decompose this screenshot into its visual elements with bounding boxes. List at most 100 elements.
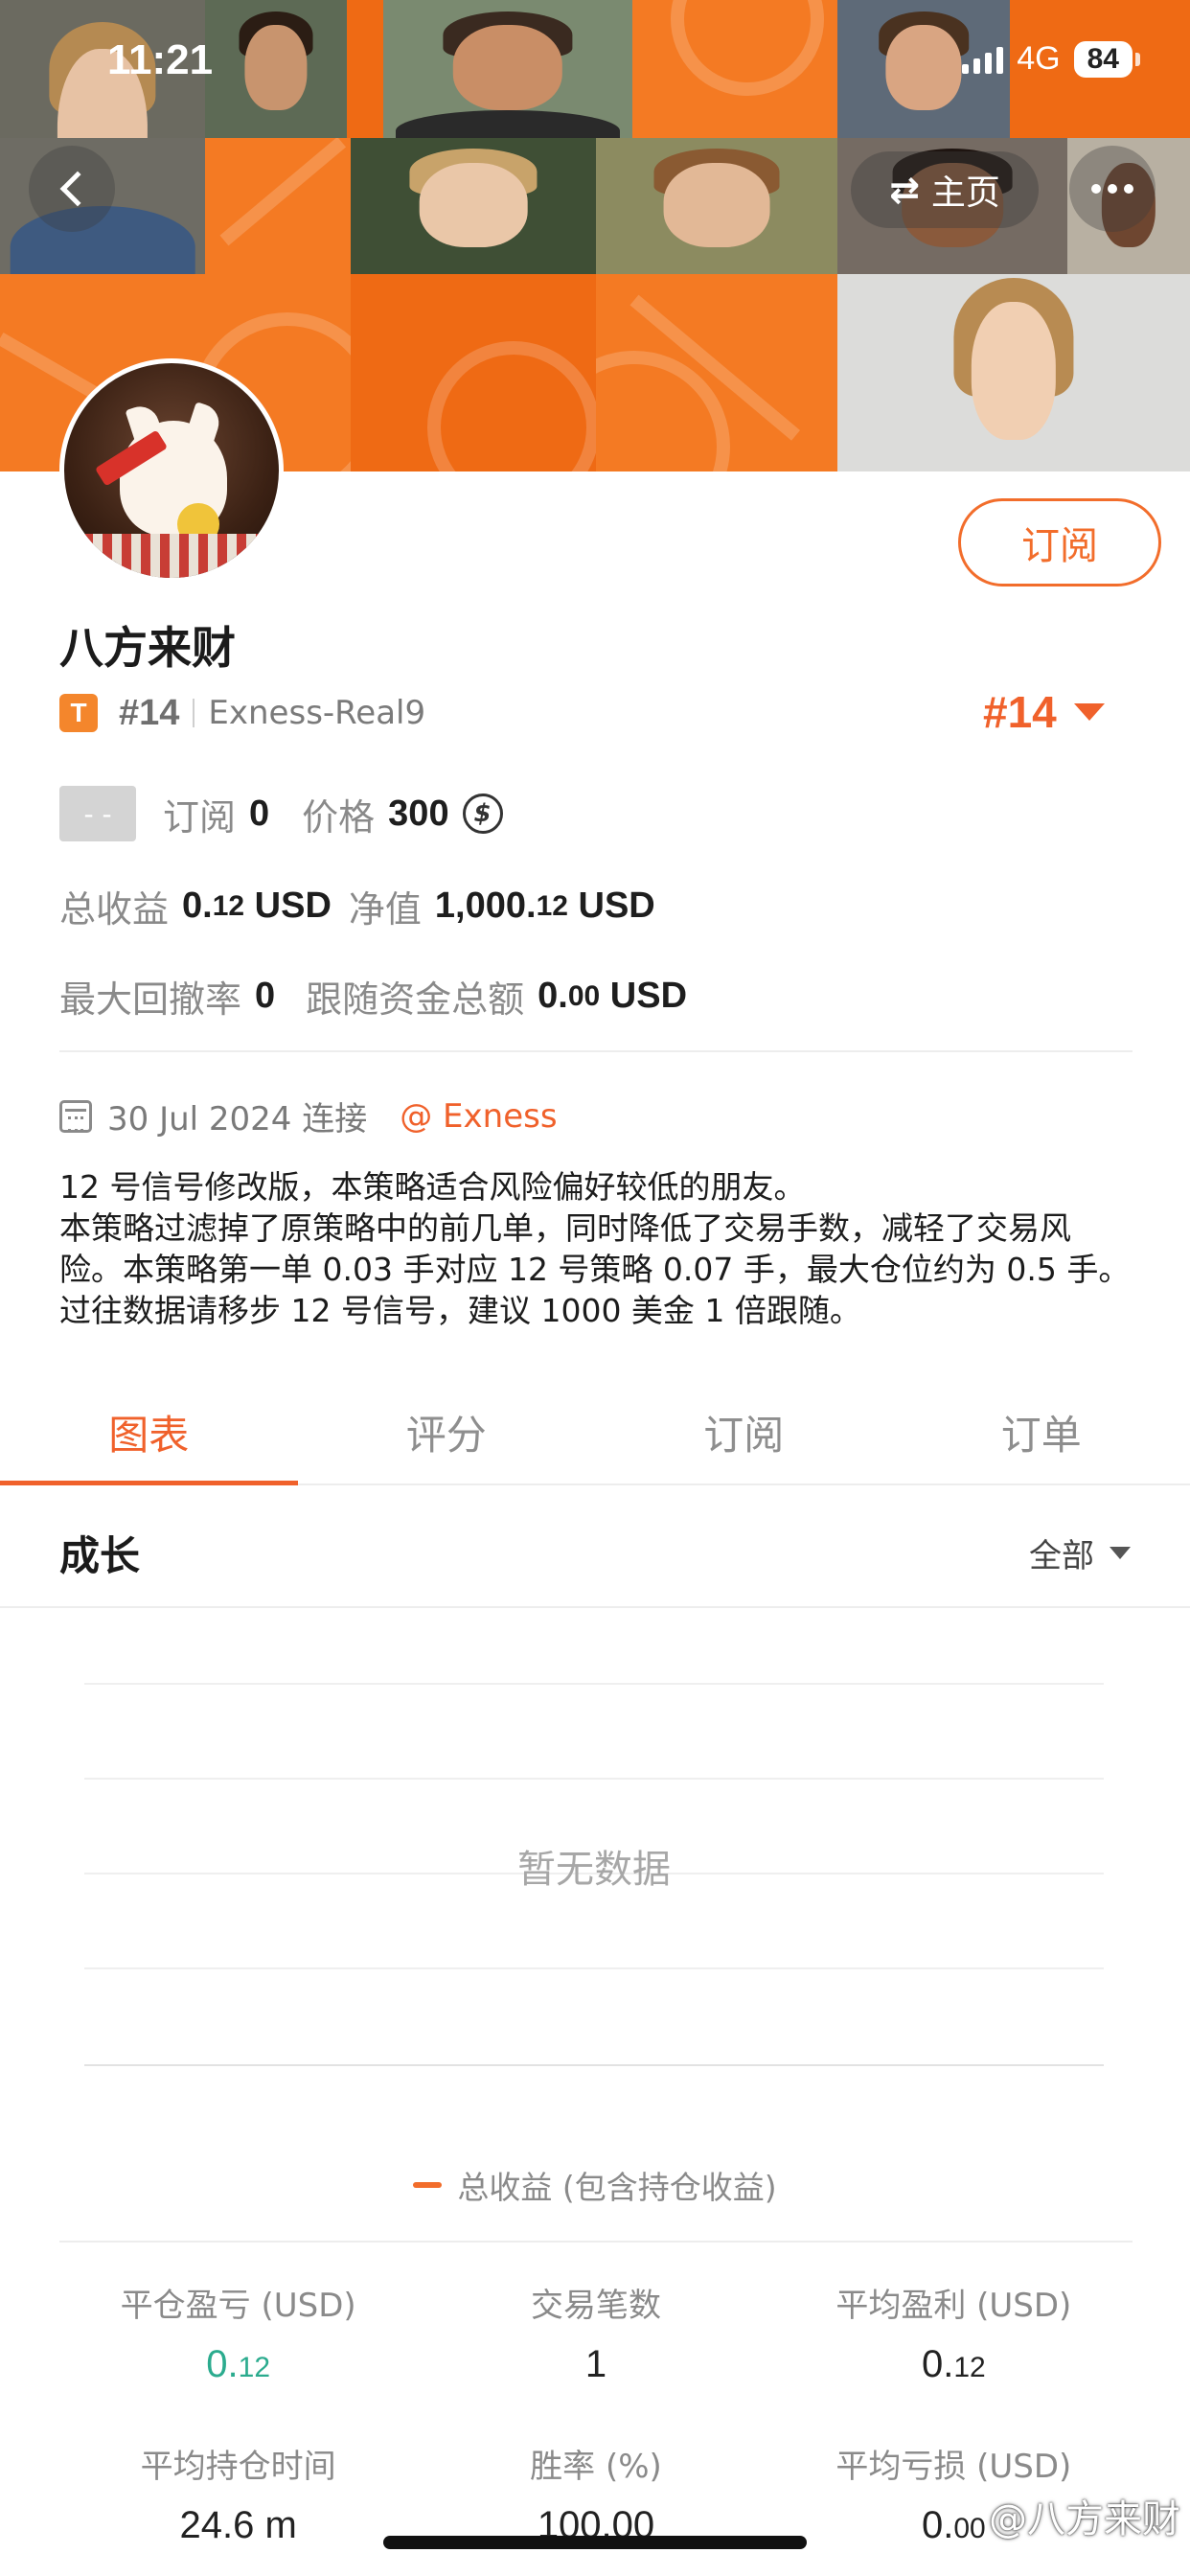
max-drawdown-label: 最大回撤率 — [59, 978, 242, 1021]
stat-label: 平均盈利 (USD) — [835, 2287, 1072, 2325]
divider — [59, 1050, 1133, 1052]
total-income-unit: USD — [244, 886, 332, 926]
dropdown-triangle-icon — [1110, 1547, 1131, 1559]
swap-icon: ⇄ — [889, 169, 920, 211]
description-line: 过往数据请移步 12 号信号，建议 1000 美金 1 倍跟随。 — [59, 1291, 861, 1329]
no-data-label: 暂无数据 — [517, 1848, 671, 1892]
price-value: 300 — [388, 793, 449, 834]
watermark: @八方来财 — [989, 2497, 1180, 2542]
range-filter[interactable]: 全部 — [1029, 1530, 1131, 1576]
banner-photo — [596, 138, 837, 274]
legend-swatch — [413, 2182, 443, 2188]
signal-icon — [962, 45, 1004, 74]
connect-date: 30 Jul 2024 连接 — [107, 1100, 368, 1138]
status-indicators: 4G 84 — [962, 40, 1141, 78]
section-title: 成长 — [59, 1532, 141, 1579]
stats-grid: 平仓盈亏 (USD) 0.12 交易笔数 1 平均盈利 (USD) 0.12 平… — [59, 2241, 1133, 2547]
stat-value: 1 — [584, 2343, 607, 2385]
rank-value: #14 — [983, 687, 1057, 737]
follow-funds-dec: 00 — [567, 979, 601, 1012]
total-income-label: 总收益 — [59, 888, 170, 931]
more-button[interactable] — [1069, 146, 1156, 232]
stat-item: 胜率 (%) 100.00 — [417, 2440, 774, 2547]
subscribe-count: 0 — [249, 793, 270, 834]
stat-label: 平仓盈亏 (USD) — [120, 2287, 356, 2325]
trader-badge: T — [59, 694, 98, 732]
home-indicator[interactable] — [383, 2536, 807, 2549]
subscribe-count-label: 订阅 — [163, 795, 237, 839]
gridline — [84, 1778, 1104, 1780]
account-meta: T #14 Exness-Real9 — [59, 692, 425, 734]
total-income-int: 0. — [182, 886, 213, 926]
follow-funds-int: 0. — [538, 976, 568, 1016]
filter-label: 全部 — [1029, 1537, 1094, 1576]
income-row: 总收益 0. 12 USD 净值 1,000. 12 USD — [59, 880, 655, 932]
stat-label: 胜率 (%) — [530, 2448, 662, 2486]
equity-int: 1,000. — [434, 886, 537, 926]
stat-item: 平均持仓时间 24.6 m — [59, 2440, 417, 2547]
rank-label: #14 — [119, 692, 180, 733]
chart-axis — [84, 2064, 1104, 2066]
banner-photo — [837, 274, 1190, 472]
connect-row: 30 Jul 2024 连接 @ Exness — [59, 1092, 558, 1139]
home-button[interactable]: ⇄ 主页 — [851, 151, 1039, 228]
tab-rating[interactable]: 评分 — [298, 1380, 596, 1484]
dropdown-triangle-icon — [1073, 703, 1105, 721]
description-line: 本策略过滤掉了原策略中的前几单，同时降低了交易手数，减轻了交易风险。本策略第一单… — [59, 1208, 1131, 1288]
broker-link[interactable]: @ Exness — [400, 1097, 557, 1136]
gridline — [84, 1967, 1104, 1969]
stat-value: 24.6 m — [179, 2504, 297, 2546]
stat-item: 交易笔数 1 — [417, 2279, 774, 2386]
stat-item: 平仓盈亏 (USD) 0.12 — [59, 2279, 417, 2386]
subscribe-button[interactable]: 订阅 — [958, 498, 1161, 586]
banner-pattern — [205, 138, 351, 274]
tab-subscribe[interactable]: 订阅 — [595, 1380, 893, 1484]
equity-dec: 12 — [536, 889, 568, 922]
max-drawdown-value: 0 — [255, 976, 276, 1016]
subscription-row: - - 订阅 0 价格 300 $ — [59, 786, 503, 841]
placeholder-box: - - — [59, 786, 136, 841]
banner-pattern — [632, 0, 837, 138]
stat-item: 平均盈利 (USD) 0.12 — [775, 2279, 1133, 2386]
home-label: 主页 — [930, 173, 1000, 213]
follow-funds-unit: USD — [600, 976, 688, 1016]
back-button[interactable] — [29, 146, 115, 232]
banner-photo — [205, 0, 347, 138]
growth-chart: 暂无数据 — [84, 1683, 1104, 2066]
server-name: Exness-Real9 — [208, 694, 426, 732]
calendar-icon — [59, 1099, 92, 1133]
more-dot-icon — [1108, 184, 1117, 194]
banner-pattern — [351, 274, 596, 472]
rank-dropdown[interactable]: #14 — [983, 686, 1105, 738]
stat-label: 平均亏损 (USD) — [835, 2448, 1072, 2486]
strategy-description: 12 号信号修改版，本策略适合风险偏好较低的朋友。 本策略过滤掉了原策略中的前几… — [59, 1167, 1133, 1332]
legend-label: 总收益 (包含持仓收益) — [457, 2169, 777, 2206]
tab-orders[interactable]: 订单 — [893, 1380, 1190, 1484]
price-label: 价格 — [302, 795, 376, 839]
stat-label: 交易笔数 — [530, 2287, 661, 2325]
divider — [193, 699, 195, 727]
equity-unit: USD — [567, 886, 655, 926]
chart-legend: 总收益 (包含持仓收益) — [0, 2162, 1190, 2208]
stat-value: 0.12 — [206, 2343, 271, 2385]
tab-chart[interactable]: 图表 — [0, 1380, 298, 1485]
growth-header: 成长 全部 — [0, 1487, 1190, 1608]
status-time: 11:21 — [107, 36, 214, 83]
avatar[interactable] — [59, 358, 284, 583]
banner-photo — [351, 138, 596, 274]
total-income-dec: 12 — [212, 889, 245, 922]
stat-value: 0.12 — [921, 2343, 986, 2385]
banner-photo — [383, 0, 632, 138]
equity-label: 净值 — [348, 888, 422, 931]
description-line: 12 号信号修改版，本策略适合风险偏好较低的朋友。 — [59, 1168, 806, 1206]
more-dot-icon — [1091, 184, 1101, 194]
tab-bar: 图表 评分 订阅 订单 — [0, 1380, 1190, 1485]
follow-funds-label: 跟随资金总额 — [306, 978, 525, 1021]
battery-icon: 84 — [1073, 40, 1141, 78]
network-type: 4G — [1017, 40, 1061, 77]
stat-label: 平均持仓时间 — [140, 2448, 336, 2486]
back-arrow-icon — [59, 171, 96, 207]
drawdown-row: 最大回撤率 0 跟随资金总额 0. 00 USD — [59, 970, 687, 1023]
gridline — [84, 1683, 1104, 1685]
coin-icon: $ — [462, 794, 503, 834]
